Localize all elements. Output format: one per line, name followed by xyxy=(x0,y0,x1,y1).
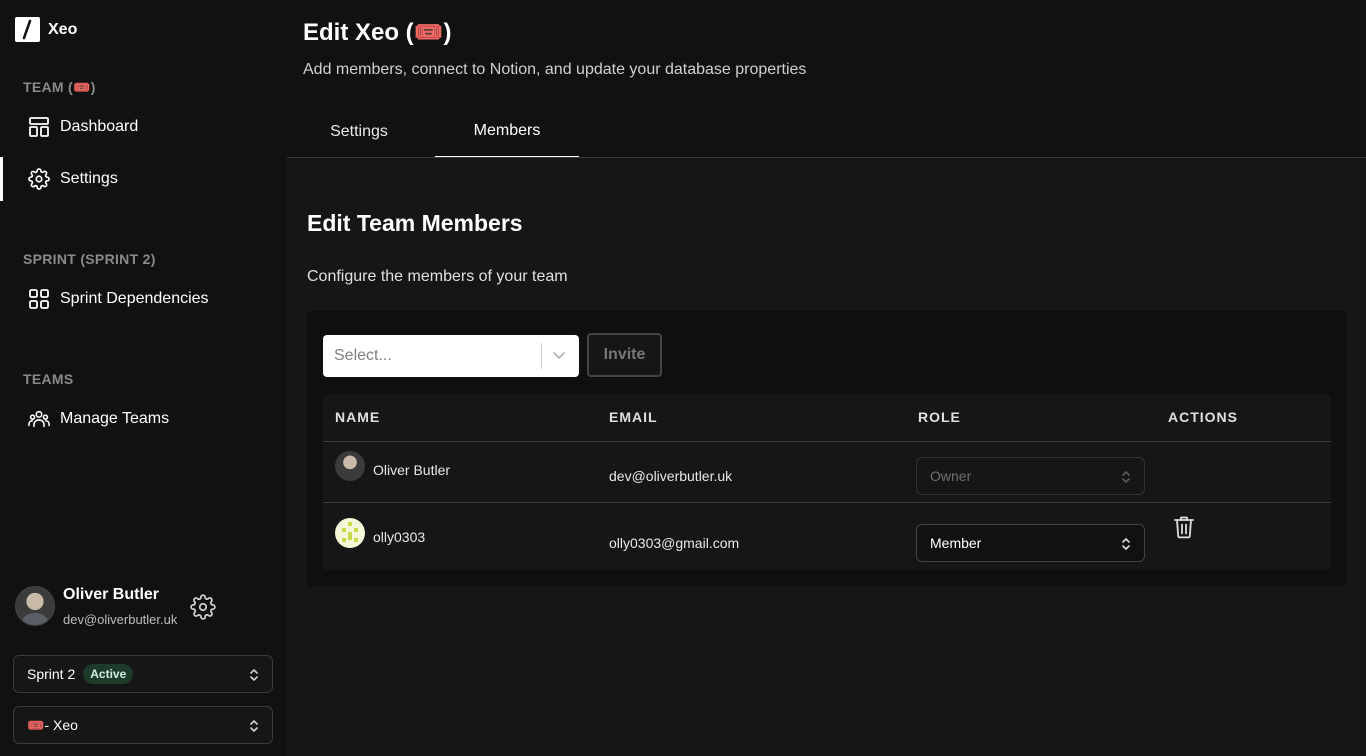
row-divider xyxy=(323,502,1331,503)
user-settings-gear-icon[interactable] xyxy=(190,594,216,620)
member-select-placeholder: Select... xyxy=(334,347,392,364)
sidebar-item-settings[interactable]: Settings xyxy=(0,157,287,201)
brand[interactable]: Xeo xyxy=(15,17,77,42)
column-header-role: ROLE xyxy=(918,409,961,425)
sidebar-item-label: Sprint Dependencies xyxy=(60,290,209,307)
section-label-team: TEAM (🎟️) xyxy=(23,79,96,95)
page-header: Edit Xeo (🎟️) Add members, connect to No… xyxy=(287,0,1366,158)
member-name: Oliver Butler xyxy=(373,462,451,478)
column-header-email: EMAIL xyxy=(609,409,658,425)
column-header-actions: ACTIONS xyxy=(1168,409,1238,425)
brand-name: Xeo xyxy=(48,20,78,38)
page-title: Edit Xeo (🎟️) xyxy=(303,19,452,46)
avatar xyxy=(335,518,365,548)
team-select-value: 🎟️- Xeo xyxy=(27,716,78,733)
sidebar: Xeo TEAM (🎟️) Dashboard Settings SPRINT … xyxy=(0,0,287,756)
user-profile: Oliver Butler dev@oliverbutler.uk xyxy=(15,586,177,627)
sidebar-item-sprint-dependencies[interactable]: Sprint Dependencies xyxy=(0,277,287,321)
role-select-value: Member xyxy=(930,535,982,551)
users-icon xyxy=(28,408,50,430)
sidebar-item-label: Dashboard xyxy=(60,118,139,135)
section-subtitle: Configure the members of your team xyxy=(307,268,568,285)
logo-icon xyxy=(15,17,40,42)
chevron-updown-icon xyxy=(248,718,260,739)
role-select[interactable]: Member xyxy=(916,524,1145,562)
section-label-teams: TEAMS xyxy=(23,371,74,387)
grid-icon xyxy=(28,288,50,310)
chevron-updown-icon xyxy=(248,667,260,688)
member-email: dev@oliverbutler.uk xyxy=(609,468,733,484)
main-content: Edit Xeo (🎟️) Add members, connect to No… xyxy=(287,0,1366,756)
status-badge: Active xyxy=(83,664,134,684)
member-select[interactable]: Select... xyxy=(323,335,579,377)
gear-icon xyxy=(28,168,50,190)
sidebar-item-dashboard[interactable]: Dashboard xyxy=(0,105,287,149)
chevron-down-icon[interactable] xyxy=(552,348,566,367)
select-separator xyxy=(541,343,542,369)
section-label-sprint: SPRINT (SPRINT 2) xyxy=(23,251,156,267)
sidebar-item-manage-teams[interactable]: Manage Teams xyxy=(0,397,287,441)
avatar xyxy=(15,586,55,626)
column-header-name: NAME xyxy=(335,409,381,425)
user-email: dev@oliverbutler.uk xyxy=(63,612,178,627)
sidebar-item-label: Settings xyxy=(60,170,118,187)
chevron-updown-icon xyxy=(1120,469,1132,488)
avatar xyxy=(335,451,365,481)
role-select-value: Owner xyxy=(930,468,972,484)
member-email: olly0303@gmail.com xyxy=(609,535,740,551)
section-title: Edit Team Members xyxy=(307,210,523,236)
tabs-divider xyxy=(287,157,1366,158)
row-divider xyxy=(323,441,1331,442)
page-subtitle: Add members, connect to Notion, and upda… xyxy=(303,61,807,78)
tab-settings[interactable]: Settings xyxy=(287,105,431,158)
member-name: olly0303 xyxy=(373,529,426,545)
user-name: Oliver Butler xyxy=(63,586,160,603)
role-select-disabled: Owner xyxy=(916,457,1145,495)
trash-icon[interactable] xyxy=(1173,515,1195,544)
sidebar-item-label: Manage Teams xyxy=(60,410,170,427)
dashboard-icon xyxy=(28,116,50,138)
sprint-select[interactable]: Sprint 2 Active xyxy=(13,655,273,693)
sprint-select-value: Sprint 2 xyxy=(27,666,76,682)
invite-button[interactable]: Invite xyxy=(587,333,662,377)
members-table: NAME EMAIL ROLE ACTIONS Oliver Butler de… xyxy=(323,394,1331,570)
members-panel: Select... Invite NAME EMAIL ROLE ACTIONS… xyxy=(307,311,1347,586)
tab-members[interactable]: Members xyxy=(435,105,579,158)
team-select[interactable]: 🎟️- Xeo xyxy=(13,706,273,744)
chevron-updown-icon xyxy=(1120,536,1132,555)
